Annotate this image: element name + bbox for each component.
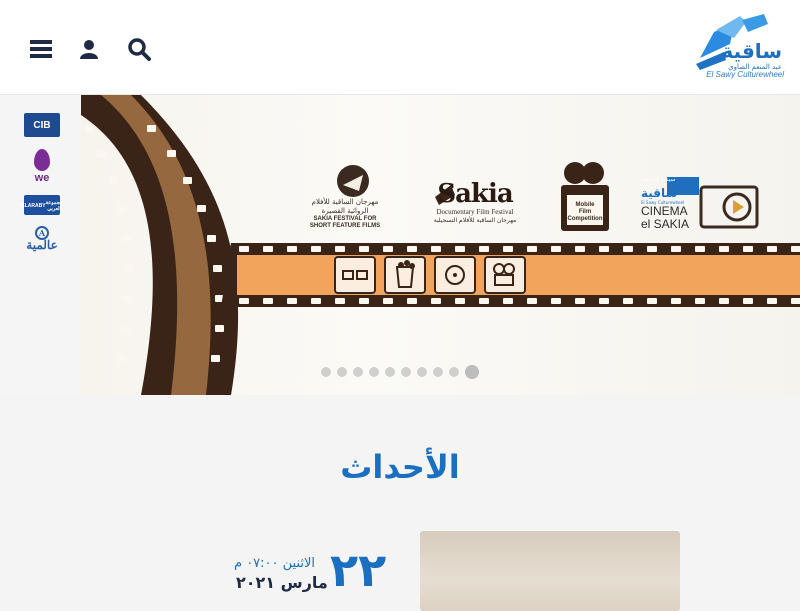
mobile-film-line-2: Film	[578, 209, 592, 215]
cinema-logo-ar: ساقية	[641, 186, 678, 200]
logo-english-text: El Sawy Culturewheel	[706, 70, 784, 79]
slider-dot-10[interactable]	[465, 365, 479, 379]
mobile-film-line-1: Mobile	[575, 202, 595, 208]
slider-dot-2[interactable]	[337, 367, 347, 377]
documentary-festival[interactable]: Sakia Documentary Film Festival مهرجان ا…	[423, 179, 527, 225]
slider-dot-9[interactable]	[449, 367, 459, 377]
sponsor-elaraby-logo[interactable]: ELARABY مجموعة العربي	[21, 195, 63, 215]
slider-dot-8[interactable]	[433, 367, 443, 377]
documentary-title-en: Documentary Film Festival	[436, 208, 514, 216]
film-strip-artwork	[81, 95, 800, 395]
slider-pagination	[321, 365, 479, 379]
site-header: ساقية عبد المنعم الصاوي El Sawy Culturew…	[0, 0, 800, 95]
hero-banner[interactable]: مهرجان الساقية للأفلام الروائية القصيرة …	[81, 95, 800, 395]
sponsor-we-label: we	[34, 171, 50, 184]
mobile-film-competition[interactable]: Mobile Film Competition	[565, 202, 605, 223]
cinema-title-ar: سينما الساقية	[641, 176, 676, 183]
slider-dot-7[interactable]	[417, 367, 427, 377]
cinema-sakia[interactable]: سينما الساقية ساقية El Sawy Culturewheel…	[641, 175, 711, 231]
short-feature-title-ar-1: مهرجان الساقية للأفلام	[311, 198, 379, 206]
short-feature-title-en-2: SHORT FEATURE FILMS	[309, 223, 381, 229]
events-heading: الأحداث	[340, 448, 460, 486]
event-day: ٢٢	[330, 543, 387, 597]
short-feature-title-en-1: SAKIA FESTIVAL FOR	[313, 216, 377, 222]
sponsor-alamia-logo[interactable]: A عالمية	[24, 223, 60, 255]
documentary-sakia-word: Sakia	[437, 179, 513, 209]
cinema-label-en-2: el SAKIA	[641, 217, 690, 231]
short-feature-title-ar-2: الروائية القصيرة	[321, 207, 369, 215]
event-image[interactable]	[420, 531, 680, 611]
sponsor-elaraby-label-1: ELARABY	[21, 203, 46, 209]
slider-dot-4[interactable]	[369, 367, 379, 377]
sponsor-cib-logo[interactable]: CIB	[24, 113, 60, 137]
sponsor-column: CIB we ELARABY مجموعة العربي A عالمية	[0, 95, 82, 395]
slider-dot-6[interactable]	[401, 367, 411, 377]
logo-arabic-text: ساقية	[721, 39, 782, 63]
short-feature-festival[interactable]: مهرجان الساقية للأفلام الروائية القصيرة …	[293, 198, 397, 230]
event-month-year: مارس ٢٠٢١	[236, 573, 328, 592]
documentary-title-ar: مهرجان الساقية للأفلام التسجيلية	[433, 217, 517, 224]
menu-icon[interactable]	[28, 36, 54, 62]
slider-dot-5[interactable]	[385, 367, 395, 377]
sponsor-we-logo[interactable]: we	[24, 145, 60, 187]
user-icon[interactable]	[76, 36, 102, 62]
slider-dot-3[interactable]	[353, 367, 363, 377]
sponsor-alamia-label: عالمية	[26, 238, 58, 252]
slider-dot-1[interactable]	[321, 367, 331, 377]
mobile-film-line-3: Competition	[567, 216, 603, 222]
sponsor-elaraby-label-2: مجموعة العربي	[45, 200, 63, 212]
short-feature-emblem	[337, 165, 369, 197]
search-icon[interactable]	[126, 36, 152, 62]
event-time: الاثنين ٠٧:٠٠ م	[234, 556, 316, 571]
we-drop-icon	[34, 148, 50, 171]
